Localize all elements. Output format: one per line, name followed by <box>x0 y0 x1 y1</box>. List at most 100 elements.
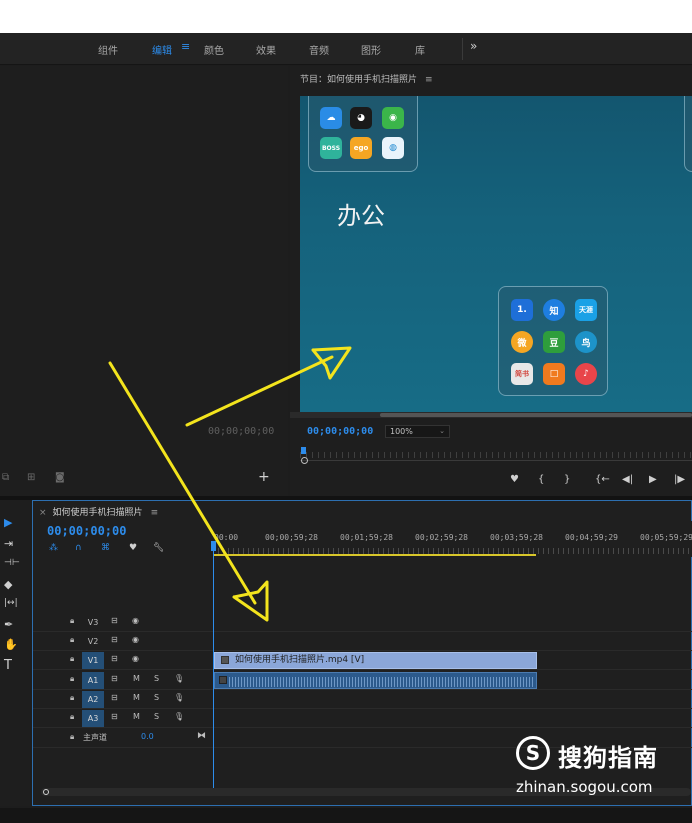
work-area-bar[interactable] <box>213 554 536 556</box>
lock-icon[interactable]: 🔒︎ <box>70 693 74 703</box>
sync-lock-icon[interactable]: ⊟ <box>111 635 118 644</box>
go-to-end-icon[interactable]: ⧓ <box>197 731 206 741</box>
workspace-tab-color[interactable]: 颜色 <box>204 42 224 57</box>
workspace-tab-audio[interactable]: 音频 <box>309 42 329 57</box>
step-back-button[interactable]: ◀| <box>622 474 633 485</box>
lock-icon[interactable]: 🔒︎ <box>70 654 74 664</box>
mark-out-button[interactable]: } <box>564 474 570 485</box>
zoom-scroll-handle[interactable] <box>301 457 308 464</box>
workspace-tab-editing[interactable]: 编辑 <box>152 42 172 57</box>
sync-lock-icon[interactable]: ⊟ <box>111 674 118 683</box>
track-header: 🔒︎ A3 ⊟ M S 🎙︎ <box>33 709 213 728</box>
scrollbar-handle[interactable] <box>43 789 49 795</box>
sync-lock-icon[interactable]: ⊟ <box>111 654 118 663</box>
track-name[interactable]: V3 <box>82 614 104 631</box>
watermark-url: zhinan.sogou.com <box>516 778 653 796</box>
microphone-icon[interactable]: 🎙︎ <box>174 674 184 683</box>
mobile-app-icon: ◍ <box>382 137 404 159</box>
scrollbar-thumb[interactable] <box>380 413 692 417</box>
video-clip[interactable]: 如何使用手机扫描照片.mp4 [V] <box>214 652 537 669</box>
timeline-sequence-tab[interactable]: × 如何使用手机扫描照片 ≡ <box>39 505 158 518</box>
program-video-frame[interactable]: ☁ ◕ ◉ BOSS ego ◍ 办公 1. 知 天涯 微 豆 鸟 简书 □ ♪ <box>300 96 692 412</box>
program-playhead[interactable] <box>301 447 306 454</box>
ruler-label: 00;01;59;28 <box>340 533 393 542</box>
panel-menu-icon[interactable]: ≡ <box>425 75 433 85</box>
razor-tool-icon[interactable]: ◆ <box>4 578 12 591</box>
timeline-time-ruler[interactable]: 00:00 00;00;59;28 00;01;59;28 00;02;59;2… <box>213 521 692 557</box>
wechat-app-icon: ◉ <box>382 107 404 129</box>
lock-icon[interactable]: 🔒︎ <box>70 712 74 722</box>
go-to-in-button[interactable]: {← <box>595 474 610 485</box>
fx-badge-icon <box>219 676 227 684</box>
linked-selection-icon[interactable]: ⌘ <box>101 543 110 553</box>
sequence-name: 如何使用手机扫描照片 <box>52 508 143 518</box>
workspace-tab-effects[interactable]: 效果 <box>256 42 276 57</box>
track-v3: 🔒︎ V3 ⊟ ◉ <box>33 613 692 632</box>
panel-menu-icon[interactable]: ≡ <box>151 508 159 518</box>
add-marker-icon[interactable]: ♥ <box>129 543 137 553</box>
lock-icon[interactable]: 🔒︎ <box>70 732 74 742</box>
more-workspaces-icon[interactable]: » <box>470 39 477 53</box>
lock-icon[interactable]: 🔒︎ <box>70 616 74 626</box>
audio-clip[interactable] <box>214 672 537 689</box>
app-folder-top: ☁ ◕ ◉ BOSS ego ◍ <box>308 96 418 172</box>
boss-app-icon: BOSS <box>320 137 342 159</box>
app-icon-weibo: 微 <box>511 331 533 353</box>
nest-icon[interactable]: ⁂ <box>49 543 58 553</box>
program-monitor-tab[interactable]: 节目：如何使用手机扫描照片 ≡ <box>300 72 433 85</box>
add-marker-icon[interactable]: ♥ <box>510 474 519 485</box>
master-volume-value[interactable]: 0.0 <box>141 732 154 741</box>
track-name[interactable]: A1 <box>82 672 104 689</box>
hand-tool-icon[interactable]: ✋ <box>4 638 18 651</box>
track-name[interactable]: A2 <box>82 691 104 708</box>
ripple-edit-tool-icon[interactable]: ⊣⊢ <box>4 558 20 568</box>
sogou-watermark: S 搜狗指南 zhinan.sogou.com <box>512 734 682 798</box>
microphone-icon[interactable]: 🎙︎ <box>174 712 184 721</box>
mute-button[interactable]: M <box>133 674 140 683</box>
program-horizontal-scrollbar[interactable] <box>290 412 692 418</box>
zoom-level-select[interactable]: 100% ⌄ <box>385 425 450 438</box>
mark-in-button[interactable]: { <box>538 474 544 485</box>
workspace-menu-icon[interactable]: ≡ <box>181 40 190 53</box>
lock-icon[interactable]: 🔒︎ <box>70 674 74 684</box>
ego-app-icon: ego <box>350 137 372 159</box>
track-name[interactable]: V1 <box>82 652 104 669</box>
pen-tool-icon[interactable]: ✒ <box>4 618 13 631</box>
lock-icon[interactable]: 🔒︎ <box>70 635 74 645</box>
sync-lock-icon[interactable]: ⊟ <box>111 693 118 702</box>
ruler-label: 00;03;59;28 <box>490 533 543 542</box>
camera-icon[interactable]: ◙ <box>55 472 65 483</box>
snap-magnet-icon[interactable]: ∩ <box>75 543 82 553</box>
sync-lock-icon[interactable]: ⊟ <box>111 616 118 625</box>
solo-button[interactable]: S <box>154 693 159 702</box>
type-tool-icon[interactable]: T <box>4 658 12 673</box>
wrench-icon[interactable]: 🔧︎ <box>153 543 164 553</box>
app-icon-jianshu: 简书 <box>511 363 533 385</box>
timeline-timecode[interactable]: 00;00;00;00 <box>47 524 126 538</box>
track-select-tool-icon[interactable]: ⇥ <box>4 537 13 550</box>
mute-button[interactable]: M <box>133 693 140 702</box>
solo-button[interactable]: S <box>154 674 159 683</box>
workspace-tab-graphics[interactable]: 图形 <box>361 42 381 57</box>
eye-icon[interactable]: ◉ <box>132 654 139 663</box>
mute-button[interactable]: M <box>133 712 140 721</box>
microphone-icon[interactable]: 🎙︎ <box>174 693 184 702</box>
program-timecode[interactable]: 00;00;00;00 <box>307 426 373 437</box>
export-frame-icon[interactable]: ⧉ <box>2 472 9 483</box>
selection-tool-icon[interactable]: ▶ <box>4 516 12 529</box>
track-name[interactable]: V2 <box>82 633 104 650</box>
slip-tool-icon[interactable]: |↔| <box>4 598 18 608</box>
solo-button[interactable]: S <box>154 712 159 721</box>
insert-icon[interactable]: ⊞ <box>27 472 35 483</box>
button-editor-plus-icon[interactable]: + <box>258 469 270 485</box>
eye-icon[interactable]: ◉ <box>132 616 139 625</box>
eye-icon[interactable]: ◉ <box>132 635 139 644</box>
play-button[interactable]: ▶ <box>649 474 657 485</box>
workspace-tab-assembly[interactable]: 组件 <box>98 42 118 57</box>
close-icon[interactable]: × <box>39 508 47 518</box>
workspace-tab-libraries[interactable]: 库 <box>415 42 425 57</box>
sync-lock-icon[interactable]: ⊟ <box>111 712 118 721</box>
app-icon-tianya: 天涯 <box>575 299 597 321</box>
step-forward-button[interactable]: |▶ <box>674 474 685 485</box>
track-name[interactable]: A3 <box>82 710 104 727</box>
